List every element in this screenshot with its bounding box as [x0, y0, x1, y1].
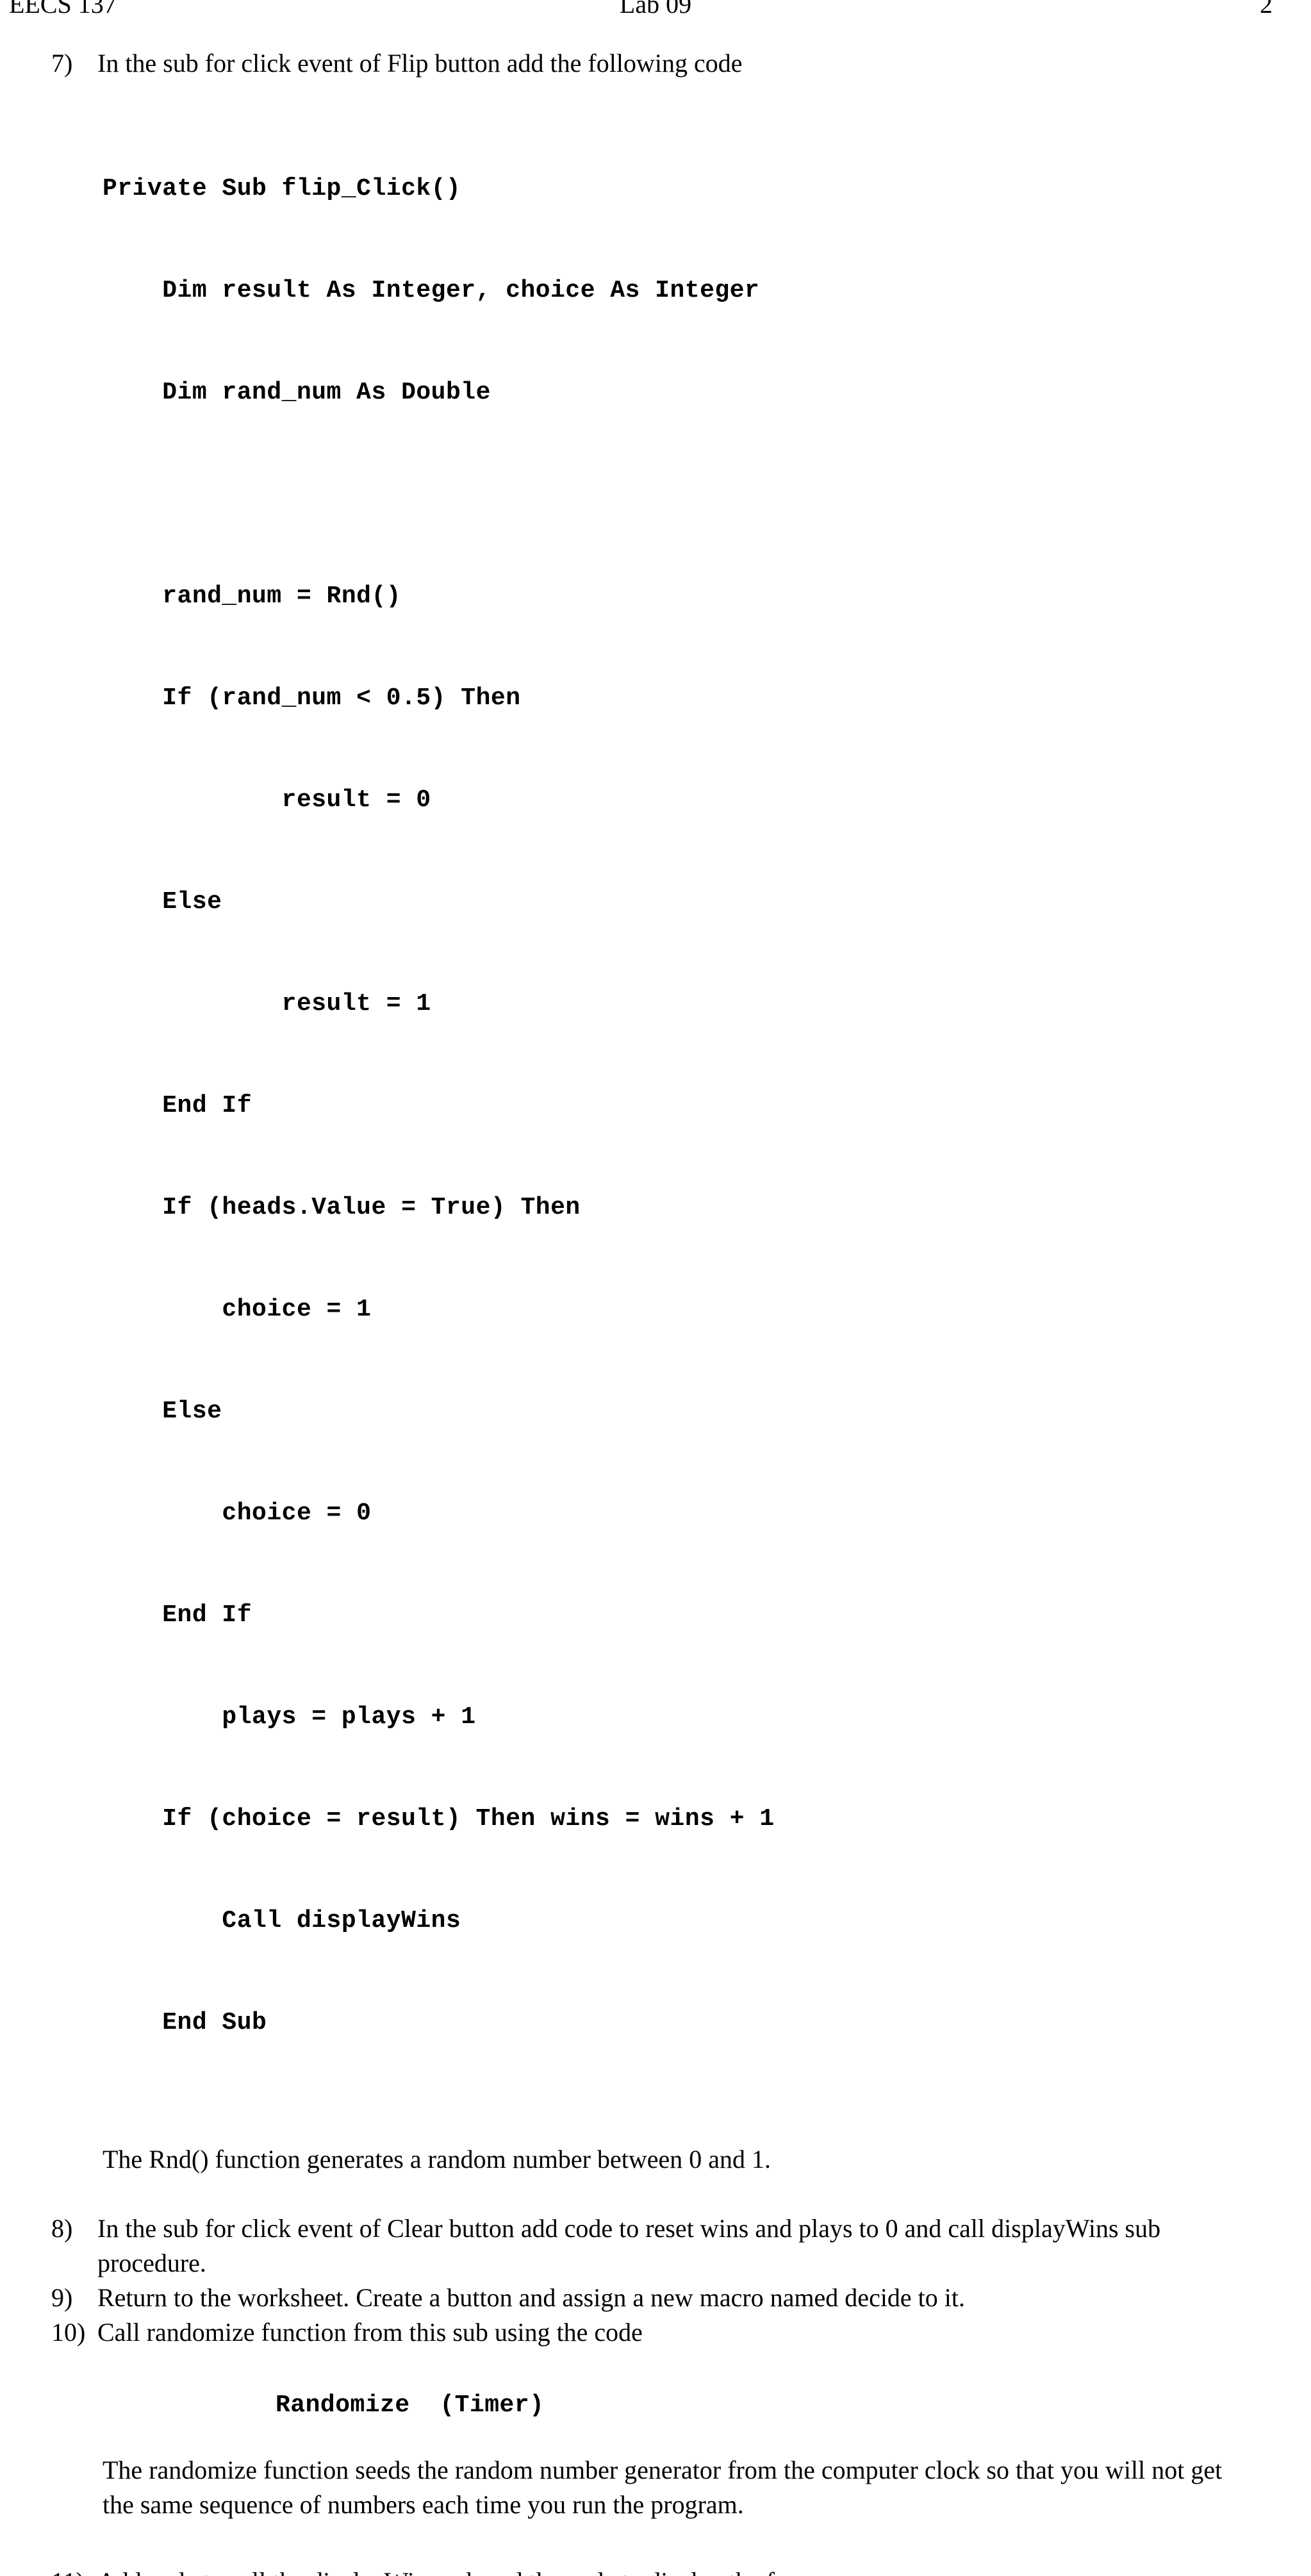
- code-line: Dim result As Integer, choice As Integer: [103, 277, 760, 304]
- list-item-10-text: Call randomize function from this sub us…: [97, 2318, 643, 2347]
- list-item-11: 11) Add code to call the displayWins sub…: [0, 2564, 1311, 2576]
- list-item-10-number: 10): [51, 2318, 86, 2347]
- header-title-label: Lab 09: [619, 0, 692, 19]
- code-line: result = 1: [103, 990, 431, 1018]
- code-line: If (heads.Value = True) Then: [103, 1194, 581, 1221]
- list-item-11-text: Add code to call the displayWins sub and…: [97, 2564, 1311, 2576]
- code-line: Else: [103, 888, 222, 916]
- list-item-9-text: Return to the worksheet. Create a button…: [97, 2283, 966, 2312]
- code-line: Dim rand_num As Double: [103, 379, 491, 406]
- list-item-8: 8) In the sub for click event of Clear b…: [0, 2211, 1311, 2281]
- code-line: End Sub: [103, 2009, 267, 2036]
- code-line: End If: [103, 1092, 252, 1119]
- list-item-7-text: In the sub for click event of Flip butto…: [97, 49, 743, 78]
- list-item-9-number: 9): [51, 2283, 73, 2312]
- list-item-8-text: In the sub for click event of Clear butt…: [97, 2214, 1161, 2277]
- code-line: If (choice = result) Then wins = wins + …: [103, 1805, 775, 1833]
- code-line: rand_num = Rnd(): [103, 582, 402, 610]
- code-line: plays = plays + 1: [103, 1703, 476, 1731]
- list-item-8-number: 8): [51, 2214, 73, 2243]
- vba-code-block: Private Sub flip_Click() Dim result As I…: [103, 104, 1311, 2108]
- code-line: choice = 0: [103, 1499, 372, 1527]
- list-item-11-number: 11): [0, 2564, 97, 2576]
- code-line: choice = 1: [103, 1296, 372, 1323]
- code-line: Else: [103, 1398, 222, 1425]
- code-line: result = 0: [103, 786, 431, 814]
- list-item-10: 10) Call randomize function from this su…: [0, 2315, 1311, 2350]
- code-line: If (rand_num < 0.5) Then: [103, 684, 521, 712]
- code-line: End If: [103, 1601, 252, 1629]
- document-page: EECS 137 Lab 09 2 7) In the sub for clic…: [0, 0, 1311, 2576]
- code-line: Call displayWins: [103, 1907, 461, 1935]
- list-item-9: 9) Return to the worksheet. Create a but…: [0, 2281, 1311, 2315]
- code-line: Private Sub flip_Click(): [103, 175, 461, 202]
- page-header: EECS 137 Lab 09 2: [0, 0, 1311, 23]
- page-content: 7) In the sub for click event of Flip bu…: [0, 37, 1311, 2576]
- list-item-7: 7) In the sub for click event of Flip bu…: [0, 46, 1311, 81]
- randomize-code-line: Randomize (Timer): [276, 2391, 545, 2419]
- rnd-explanation-paragraph: The Rnd() function generates a random nu…: [103, 2145, 771, 2174]
- header-page-number: 2: [1260, 0, 1273, 19]
- randomize-explanation-paragraph: The randomize function seeds the random …: [103, 2456, 1223, 2519]
- list-item-7-number: 7): [51, 49, 73, 78]
